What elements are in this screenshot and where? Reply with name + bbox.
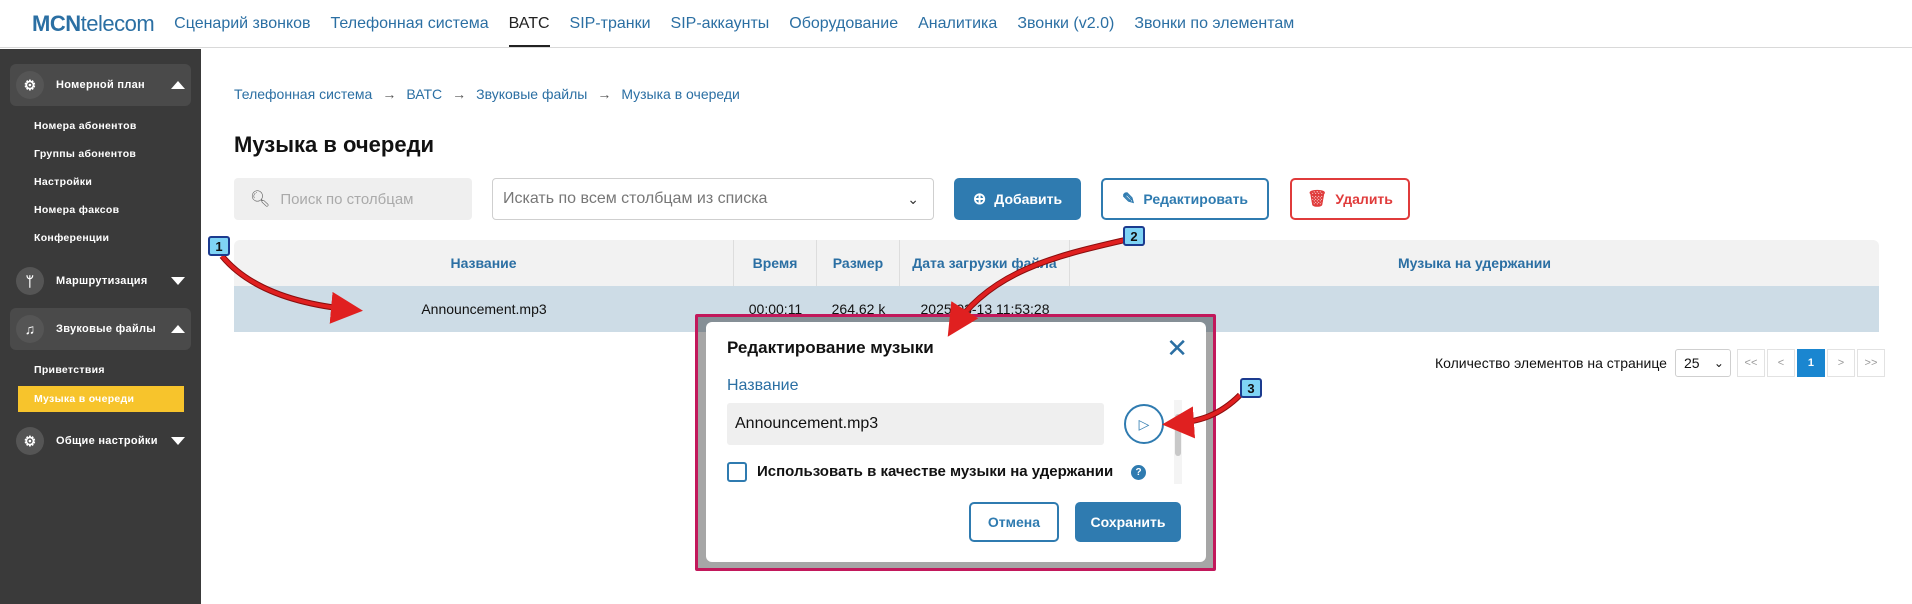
breadcrumb-item[interactable]: ВАТС [406,86,442,102]
per-page-label: Количество элементов на странице [1435,355,1667,371]
search-input[interactable]: 🔍︎ Поиск по столбцам [234,178,472,220]
column-header-size[interactable]: Размер [817,240,900,286]
table-header: Название Время Размер Дата загрузки файл… [234,240,1879,286]
breadcrumb-item[interactable]: Музыка в очереди [621,86,740,102]
arrow-right-icon: → [452,86,467,102]
branch-icon: ᛘ [16,267,44,295]
sidebar-item-subscriber-groups[interactable]: Группы абонентов [0,140,201,168]
add-button[interactable]: ⊕ Добавить [954,178,1081,220]
cell-name: Announcement.mp3 [421,301,547,317]
nav-menu: Сценарий звонков Телефонная система ВАТС… [174,1,1294,47]
search-placeholder: Поиск по столбцам [280,190,414,208]
gear-icon: ⚙ [16,427,44,455]
sound-file-icon: ♫ [16,315,44,343]
hold-music-checkbox[interactable] [727,462,747,482]
column-header-hold-music[interactable]: Музыка на удержании [1070,240,1879,286]
search-icon: 🔍︎ [250,191,271,208]
breadcrumb: Телефонная система → ВАТС → Звуковые фай… [234,86,740,102]
breadcrumb-item[interactable]: Телефонная система [234,86,372,102]
dialog-scrollbar-thumb[interactable] [1175,414,1181,456]
column-header-upload-date[interactable]: Дата загрузки файла [900,240,1070,286]
nav-item-analytics[interactable]: Аналитика [918,1,997,47]
help-icon[interactable]: ? [1131,465,1146,480]
close-icon[interactable]: ✕ [1166,335,1188,361]
sidebar-group-number-plan[interactable]: ⚙ Номерной план [10,64,191,106]
caret-down-icon [171,437,185,445]
page-next-button[interactable]: > [1826,349,1855,377]
play-icon: ▷ [1138,415,1150,432]
nav-item-equipment[interactable]: Оборудование [789,1,898,47]
sidebar: ⚙ Номерной план Номера абонентов Группы … [0,49,201,604]
page-last-button[interactable]: >> [1856,349,1885,377]
nav-item-phone-system[interactable]: Телефонная система [331,1,489,47]
gear-icon: ⚙ [16,71,44,99]
chevron-down-icon: ⌄ [1713,356,1724,370]
nav-item-calls-v2[interactable]: Звонки (v2.0) [1017,1,1114,47]
annotation-badge-2: 2 [1123,226,1145,246]
nav-item-sip-accounts[interactable]: SIP-аккаунты [671,1,770,47]
sidebar-item-fax-numbers[interactable]: Номера факсов [0,196,201,224]
nav-item-calls-by-elements[interactable]: Звонки по элементам [1134,1,1294,47]
caret-up-icon [171,81,185,89]
sidebar-sublist-sound-files: Приветствия Музыка в очереди [0,356,201,412]
name-field-label: Название [727,377,799,394]
delete-button[interactable]: 🗑︎ Удалить [1290,178,1410,220]
per-page-select[interactable]: 25 ⌄ [1674,349,1731,377]
page-1-button[interactable]: 1 [1796,349,1825,377]
column-header-time[interactable]: Время [734,240,817,286]
name-field[interactable]: Announcement.mp3 [727,403,1104,445]
annotation-badge-1: 1 [208,236,230,256]
column-filter-value: Искать по всем столбцам из списка [503,190,768,207]
cancel-button[interactable]: Отмена [969,502,1059,542]
sidebar-group-general-settings[interactable]: ⚙ Общие настройки [10,420,191,462]
sidebar-item-greetings[interactable]: Приветствия [0,356,201,384]
sidebar-item-settings[interactable]: Настройки [0,168,201,196]
play-button[interactable]: ▷ [1124,404,1164,444]
nav-item-call-scenario[interactable]: Сценарий звонков [174,1,310,47]
nav-item-sip-trunks[interactable]: SIP-транки [570,1,651,47]
page-title: Музыка в очереди [234,132,435,157]
pencil-icon: ✎ [1121,191,1136,208]
sidebar-group-routing[interactable]: ᛘ Маршрутизация [10,260,191,302]
caret-down-icon [171,277,185,285]
edit-music-dialog: Редактирование музыки ✕ Название Announc… [706,322,1206,562]
sidebar-group-sound-files[interactable]: ♫ Звуковые файлы [10,308,191,350]
nav-item-vats[interactable]: ВАТС [508,1,550,47]
chevron-down-icon: ⌄ [907,191,919,207]
top-nav: MCNtelecom Сценарий звонков Телефонная с… [0,0,1912,48]
sidebar-sublist-number-plan: Номера абонентов Группы абонентов Настро… [0,112,201,252]
caret-up-icon [171,325,185,333]
sidebar-item-subscriber-numbers[interactable]: Номера абонентов [0,112,201,140]
arrow-right-icon: → [382,86,397,102]
sidebar-item-queue-music[interactable]: Музыка в очереди [18,386,184,412]
breadcrumb-item[interactable]: Звуковые файлы [476,86,587,102]
hold-music-checkbox-label[interactable]: Использовать в качестве музыки на удержа… [757,463,1113,480]
logo[interactable]: MCNtelecom [32,11,155,37]
annotation-badge-3: 3 [1240,378,1262,398]
column-header-name[interactable]: Название [234,240,734,286]
sidebar-item-conferences[interactable]: Конференции [0,224,201,252]
page-first-button[interactable]: << [1736,349,1765,377]
column-filter-select[interactable]: Искать по всем столбцам из списка ⌄ [492,178,934,220]
edit-button[interactable]: ✎ Редактировать [1101,178,1269,220]
arrow-right-icon: → [597,86,612,102]
page-prev-button[interactable]: < [1766,349,1795,377]
save-button[interactable]: Сохранить [1075,502,1181,542]
plus-circle-icon: ⊕ [972,191,987,208]
pagination: Количество элементов на странице 25 ⌄ <<… [1435,349,1885,377]
trash-icon: 🗑︎ [1307,191,1328,208]
dialog-title: Редактирование музыки [727,338,934,357]
